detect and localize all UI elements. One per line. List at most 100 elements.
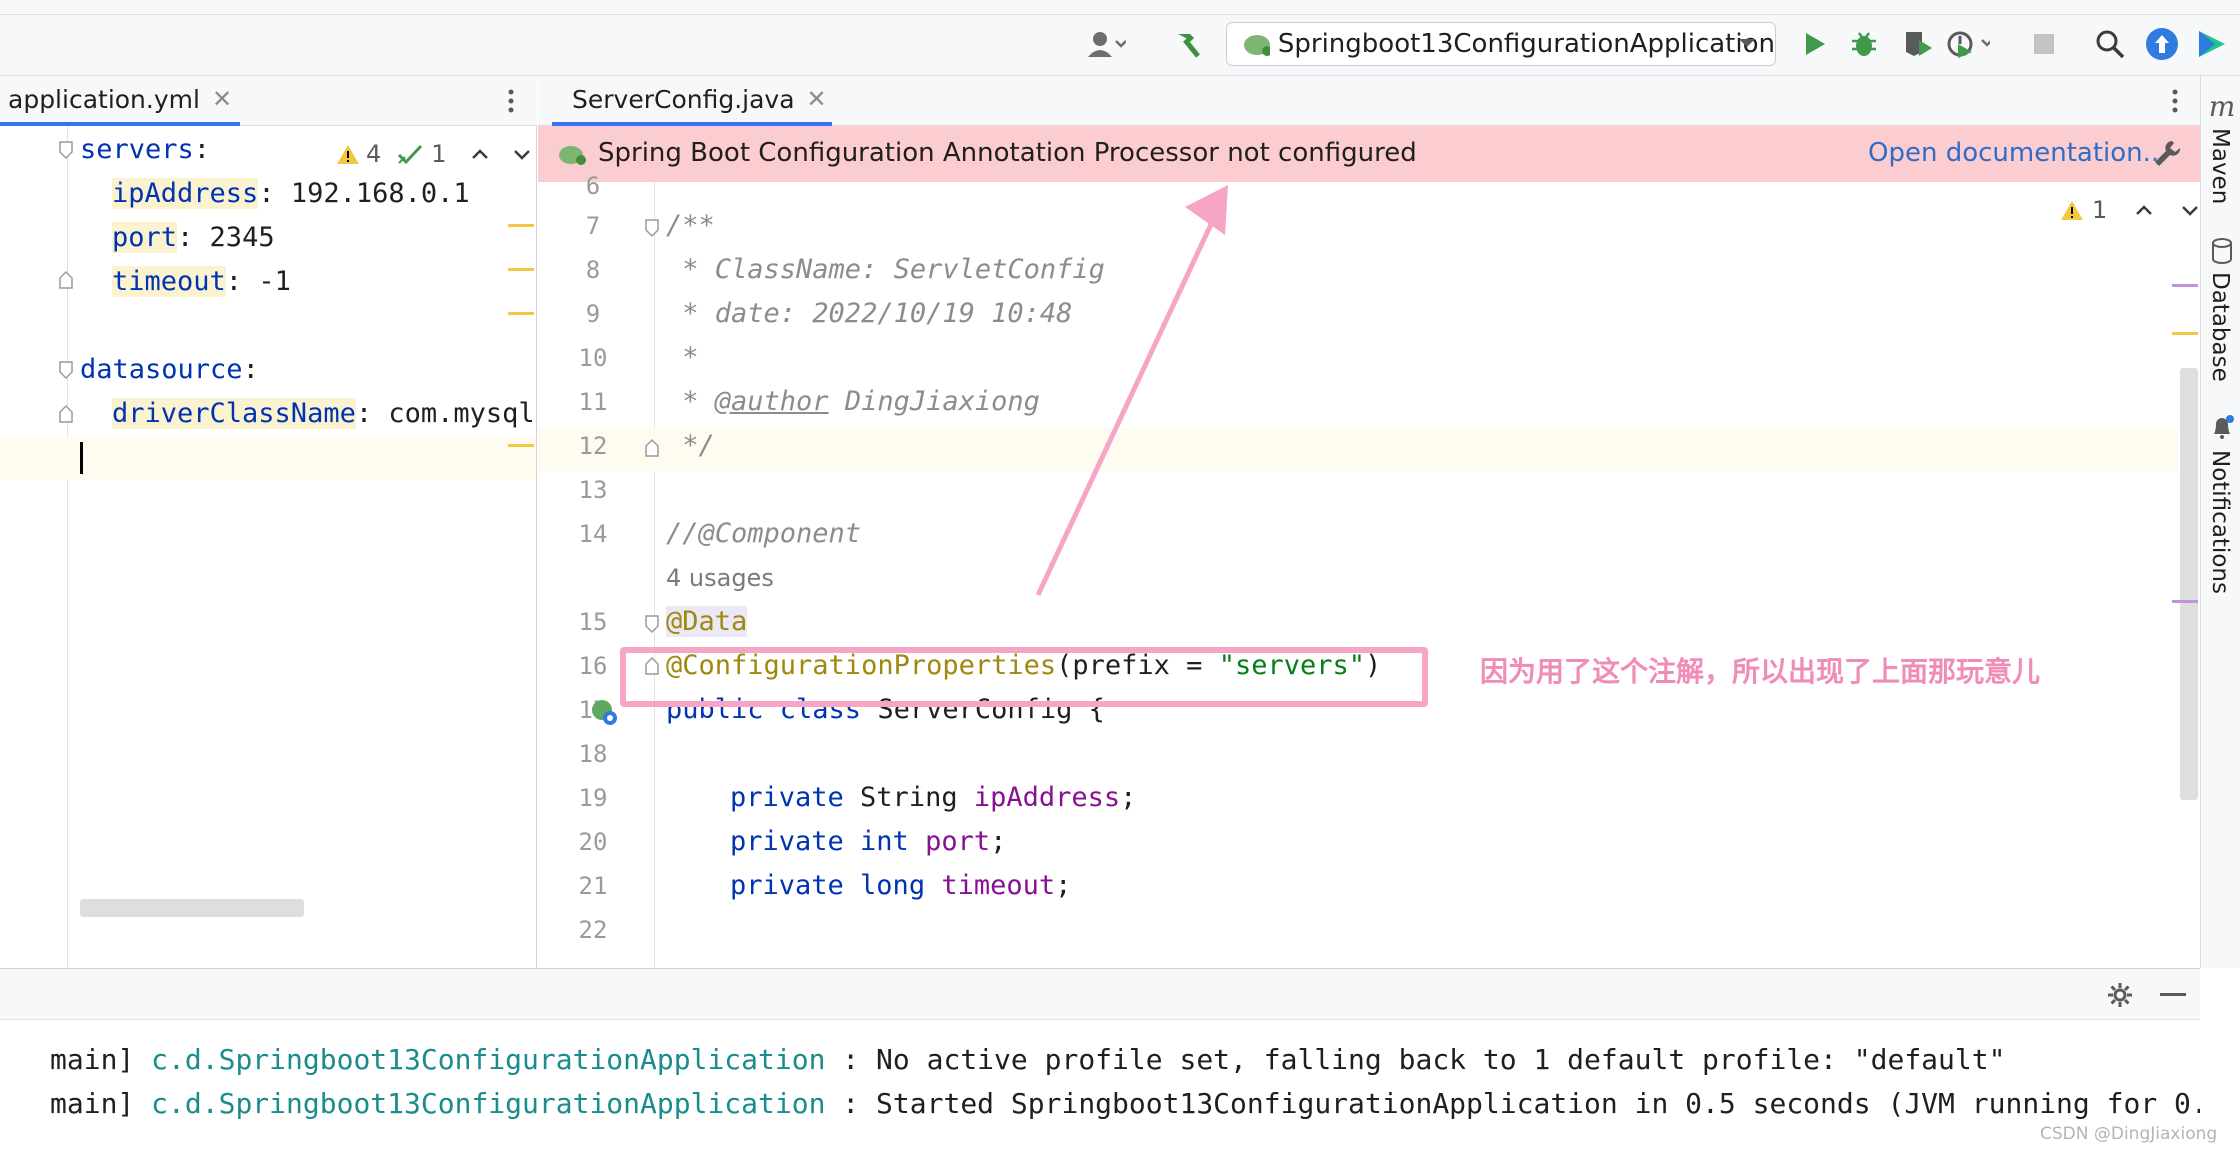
yaml-sep: : xyxy=(258,178,275,209)
fold-icon[interactable] xyxy=(58,360,74,380)
fold-icon[interactable] xyxy=(58,270,74,290)
console-token: : Started Springboot13ConfigurationAppli… xyxy=(825,1087,2200,1120)
line-number: 18 xyxy=(578,740,608,768)
line-number: 11 xyxy=(578,388,608,416)
code-line: */ xyxy=(666,430,715,461)
gear-icon[interactable] xyxy=(2106,981,2134,1009)
fold-icon[interactable] xyxy=(644,614,660,634)
warning-count: 1 xyxy=(2092,196,2108,224)
usages-hint[interactable]: 4 usages xyxy=(666,556,774,600)
tab-options-button[interactable] xyxy=(2168,86,2182,120)
minimize-icon[interactable] xyxy=(2160,993,2186,997)
yaml-value: com.mysql. xyxy=(372,398,537,429)
fold-icon[interactable] xyxy=(58,404,74,424)
gutter-divider xyxy=(654,182,655,968)
callout-box xyxy=(620,647,1428,707)
inspection-widget[interactable]: 1 xyxy=(2060,196,2200,224)
coverage-icon xyxy=(1906,32,1932,56)
change-marker[interactable] xyxy=(2172,600,2198,603)
main-toolbar: Springboot13ConfigurationApplication xyxy=(0,0,2240,76)
code-line: * date: 2022/10/19 10:48 xyxy=(666,298,1073,329)
run-configuration-select[interactable]: Springboot13ConfigurationApplication xyxy=(1226,22,1776,66)
warning-count: 4 xyxy=(366,140,382,168)
yaml-sep: : xyxy=(242,354,259,385)
fold-icon[interactable] xyxy=(644,438,660,458)
yaml-key: timeout xyxy=(112,266,226,297)
warning-marker[interactable] xyxy=(508,444,534,447)
wrench-icon[interactable] xyxy=(2152,138,2182,168)
fold-icon[interactable] xyxy=(644,218,660,238)
title-divider xyxy=(0,14,2240,15)
yaml-editor[interactable]: servers: ipAddress: 192.168.0.1 port: 23… xyxy=(0,126,537,968)
profile-button[interactable] xyxy=(1946,22,1990,66)
callout-arrow xyxy=(1035,185,1228,597)
chevron-down-icon[interactable] xyxy=(2179,199,2200,221)
plugin-button[interactable] xyxy=(2190,22,2234,66)
bug-icon xyxy=(1852,32,1876,56)
yaml-key: ipAddress xyxy=(112,178,259,209)
yaml-line: servers: xyxy=(80,128,210,172)
tab-serverconfig-java[interactable]: C ServerConfig.java ✕ xyxy=(552,76,832,126)
fold-icon[interactable] xyxy=(58,140,74,160)
console-line: main] c.d.Springboot13ConfigurationAppli… xyxy=(50,1082,2200,1126)
tab-label: ServerConfig.java xyxy=(572,84,795,114)
close-icon[interactable]: ✕ xyxy=(807,85,827,113)
warning-marker[interactable] xyxy=(508,224,534,227)
tab-label: application.yml xyxy=(8,84,200,114)
warning-icon xyxy=(337,145,359,164)
update-button[interactable] xyxy=(2140,22,2184,66)
console-output[interactable]: main] c.d.Springboot13ConfigurationAppli… xyxy=(0,1020,2200,1155)
arrow-up-icon xyxy=(2146,28,2178,60)
code-token: ; xyxy=(990,826,1007,857)
spring-bean-icon[interactable] xyxy=(590,698,620,728)
horizontal-scrollbar[interactable] xyxy=(80,899,304,917)
java-editor[interactable]: Spring Boot Configuration Annotation Pro… xyxy=(538,126,2200,968)
code-line: * @author DingJiaxiong xyxy=(666,380,1040,424)
debug-button[interactable] xyxy=(1842,22,1886,66)
vertical-scrollbar[interactable] xyxy=(2180,368,2198,800)
database-tool-button[interactable]: Database xyxy=(2207,272,2233,382)
run-panel-header xyxy=(0,968,2200,1020)
type-token: long xyxy=(860,870,942,901)
notifications-tool-button[interactable]: Notifications xyxy=(2207,450,2233,594)
field-token: port xyxy=(925,826,991,857)
chevron-up-icon[interactable] xyxy=(2133,199,2155,221)
keyword-token: private xyxy=(730,826,861,857)
line-number: 8 xyxy=(585,256,601,284)
tab-application-yml[interactable]: application.yml ✕ xyxy=(0,76,240,126)
right-tab-bar: C ServerConfig.java ✕ xyxy=(538,76,2200,126)
yaml-line: datasource: xyxy=(80,348,259,392)
run-with-coverage-button[interactable] xyxy=(1896,22,1940,66)
line-number: 14 xyxy=(578,520,608,548)
inspection-widget[interactable]: 4 1 xyxy=(336,140,533,168)
search-everywhere-button[interactable] xyxy=(2088,22,2132,66)
logger-name[interactable]: c.d.Springboot13ConfigurationApplication xyxy=(151,1087,825,1120)
line-number: 22 xyxy=(578,916,608,944)
open-documentation-link[interactable]: Open documentation... xyxy=(1868,138,2167,168)
close-icon[interactable]: ✕ xyxy=(212,85,232,113)
hammer-icon xyxy=(1178,34,1200,58)
vcs-user-button[interactable] xyxy=(1084,22,1128,66)
warning-marker[interactable] xyxy=(2172,332,2198,335)
logger-name[interactable]: c.d.Springboot13ConfigurationApplication xyxy=(151,1043,825,1076)
warning-marker[interactable] xyxy=(508,268,534,271)
right-tool-strip: m Maven Database Notifications xyxy=(2200,76,2240,968)
chevron-down-icon xyxy=(1739,39,1755,47)
chevron-up-icon[interactable] xyxy=(469,143,491,165)
change-marker[interactable] xyxy=(2172,284,2198,287)
line-number: 13 xyxy=(578,476,608,504)
maven-tool-button[interactable]: Maven xyxy=(2207,128,2233,204)
tab-options-button[interactable] xyxy=(504,86,518,120)
yaml-key: port xyxy=(112,222,178,253)
javadoc-tag: @author xyxy=(714,386,829,417)
stop-button[interactable] xyxy=(2022,22,2066,66)
yaml-key: datasource xyxy=(80,354,243,385)
build-button[interactable] xyxy=(1166,22,1210,66)
keyword-token: private xyxy=(730,782,861,813)
chevron-down-icon[interactable] xyxy=(511,143,533,165)
console-line: main] c.d.Springboot13ConfigurationAppli… xyxy=(50,1038,2005,1082)
database-icon xyxy=(2212,238,2232,264)
warning-marker[interactable] xyxy=(508,312,534,315)
run-button[interactable] xyxy=(1792,22,1836,66)
line-number: 21 xyxy=(578,872,608,900)
